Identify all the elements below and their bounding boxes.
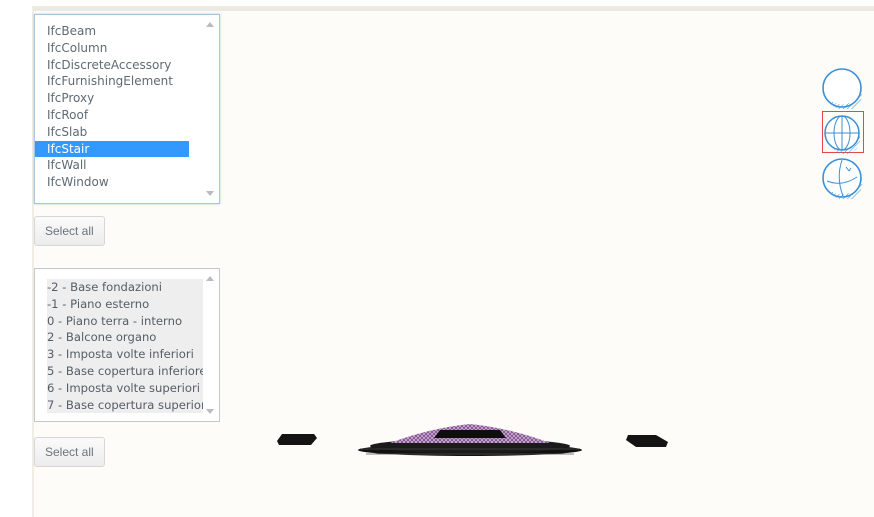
level-option[interactable]: -1 - Piano esterno <box>47 295 203 313</box>
viewer-page: IfcBeam IfcColumn IfcDiscreteAccessory IfcF… <box>0 0 874 517</box>
scroll-down-icon[interactable] <box>206 191 214 196</box>
level-option[interactable]: 6 - Imposta volte superiori <box>47 379 203 397</box>
levels-listbox[interactable]: -2 - Base fondazioni -1 - Piano esterno 0 … <box>34 268 220 422</box>
ifc-type-option[interactable]: IfcWindow <box>35 174 189 191</box>
select-all-types-button[interactable]: Select all <box>34 216 105 246</box>
ifc-type-option[interactable]: IfcStair <box>35 140 189 158</box>
ifc-types-listbox[interactable]: IfcBeam IfcColumn IfcDiscreteAccessory IfcF… <box>34 14 220 204</box>
ifc-type-option[interactable]: IfcDiscreteAccessory <box>35 57 189 74</box>
model-part-left <box>277 434 317 445</box>
pan-globe-icon[interactable] <box>821 112 861 155</box>
model-part-right <box>626 435 668 447</box>
level-option[interactable]: 7 - Base copertura superior <box>47 396 203 414</box>
level-option[interactable]: 0 - Piano terra - interno <box>47 312 203 330</box>
scroll-down-icon[interactable] <box>206 409 214 414</box>
rotate-globe-icon[interactable] <box>821 157 863 201</box>
building-model-render[interactable] <box>270 410 690 470</box>
ifc-type-option[interactable]: IfcProxy <box>35 90 189 107</box>
ifc-type-option[interactable]: IfcRoof <box>35 107 189 124</box>
ifc-type-option[interactable]: IfcSlab <box>35 124 189 141</box>
ifc-type-option[interactable]: IfcColumn <box>35 40 189 57</box>
ifc-types-items: IfcBeam IfcColumn IfcDiscreteAccessory IfcF… <box>35 15 203 203</box>
level-option[interactable]: 5 - Base copertura inferiore <box>47 362 203 380</box>
levels-items: -2 - Base fondazioni -1 - Piano esterno 0 … <box>35 269 203 421</box>
level-option[interactable]: -2 - Base fondazioni <box>47 279 203 296</box>
ifc-type-option[interactable]: IfcFurnishingElement <box>35 73 189 90</box>
ifc-type-option[interactable]: IfcWall <box>35 157 189 174</box>
scroll-up-icon[interactable] <box>206 276 214 281</box>
ifc-types-scrollbar[interactable] <box>203 15 219 203</box>
levels-scrollbar[interactable] <box>203 269 219 421</box>
ifc-type-option[interactable]: IfcBeam <box>35 23 189 40</box>
level-option[interactable]: 2 - Balcone organo <box>47 329 203 347</box>
level-option[interactable]: 3 - Imposta volte inferiori <box>47 346 203 363</box>
select-all-levels-button[interactable]: Select all <box>34 437 105 467</box>
orbit-globe-icon[interactable] <box>821 67 863 111</box>
scroll-up-icon[interactable] <box>206 22 214 27</box>
